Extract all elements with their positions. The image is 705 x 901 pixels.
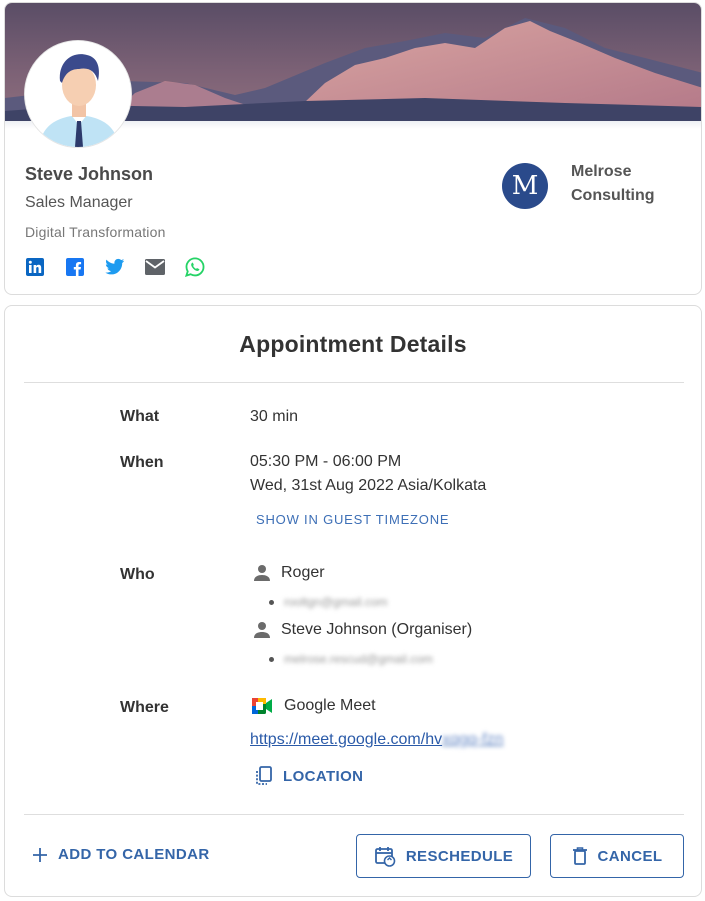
- social-links: [25, 257, 225, 278]
- where-label: Where: [120, 699, 169, 716]
- divider: [24, 382, 684, 383]
- location-copy-icon: [256, 766, 272, 785]
- attendee-2: Steve Johnson (Organiser): [253, 621, 472, 639]
- attendee-email: rooltgn@gmail.com: [284, 595, 388, 609]
- details-title: Appointment Details: [239, 331, 467, 357]
- person-role: Sales Manager: [25, 194, 133, 211]
- trash-icon: [572, 847, 587, 865]
- divider: [24, 814, 684, 815]
- location-button[interactable]: LOCATION: [255, 766, 363, 786]
- location-name-row: Google Meet: [250, 696, 376, 716]
- plus-icon: [33, 847, 47, 862]
- what-label: What: [120, 408, 160, 425]
- attendee-email-1: rooltgn@gmail.com: [269, 595, 388, 609]
- profile-card: Steve Johnson Sales Manager Digital Tran…: [4, 2, 702, 295]
- person-department: Digital Transformation: [25, 224, 166, 240]
- attendee-name: Steve Johnson (Organiser): [281, 621, 473, 638]
- person-name: Steve Johnson: [25, 164, 154, 184]
- company-name: Melrose Consulting: [571, 163, 655, 204]
- company-info: M Melrose Consulting: [502, 160, 681, 209]
- when-date: Wed, 31st Aug 2022 Asia/Kolkata: [250, 477, 487, 494]
- appointment-details-card: Appointment Details What 30 min When 05:…: [4, 305, 702, 897]
- avatar: [24, 40, 132, 148]
- attendee-name: Roger: [281, 564, 325, 581]
- mail-icon[interactable]: [145, 257, 165, 277]
- meet-link[interactable]: https://meet.google.com/hvxqgq-fzn: [250, 731, 503, 749]
- calendar-reschedule-icon: [374, 847, 396, 867]
- google-meet-icon: [252, 698, 272, 714]
- cancel-button[interactable]: CANCEL: [550, 834, 684, 878]
- person-icon: [254, 622, 270, 638]
- person-icon: [254, 565, 270, 581]
- attendee-1: Roger: [253, 564, 325, 582]
- attendee-email: melrose.rescud@gmail.com: [284, 652, 433, 666]
- what-value: 30 min: [250, 408, 299, 425]
- whatsapp-icon[interactable]: [185, 257, 205, 278]
- twitter-icon[interactable]: [105, 257, 125, 277]
- add-to-calendar-button[interactable]: ADD TO CALENDAR: [32, 846, 210, 863]
- linkedin-icon[interactable]: [25, 257, 45, 277]
- location-name: Google Meet: [284, 697, 376, 714]
- show-guest-timezone-button[interactable]: SHOW IN GUEST TIMEZONE: [256, 512, 449, 527]
- company-logo: M: [502, 163, 548, 209]
- facebook-icon[interactable]: [65, 257, 85, 277]
- who-label: Who: [120, 566, 155, 583]
- reschedule-button[interactable]: RESCHEDULE: [356, 834, 531, 878]
- when-time: 05:30 PM - 06:00 PM: [250, 453, 402, 470]
- when-label: When: [120, 454, 164, 471]
- attendee-email-2: melrose.rescud@gmail.com: [269, 652, 433, 666]
